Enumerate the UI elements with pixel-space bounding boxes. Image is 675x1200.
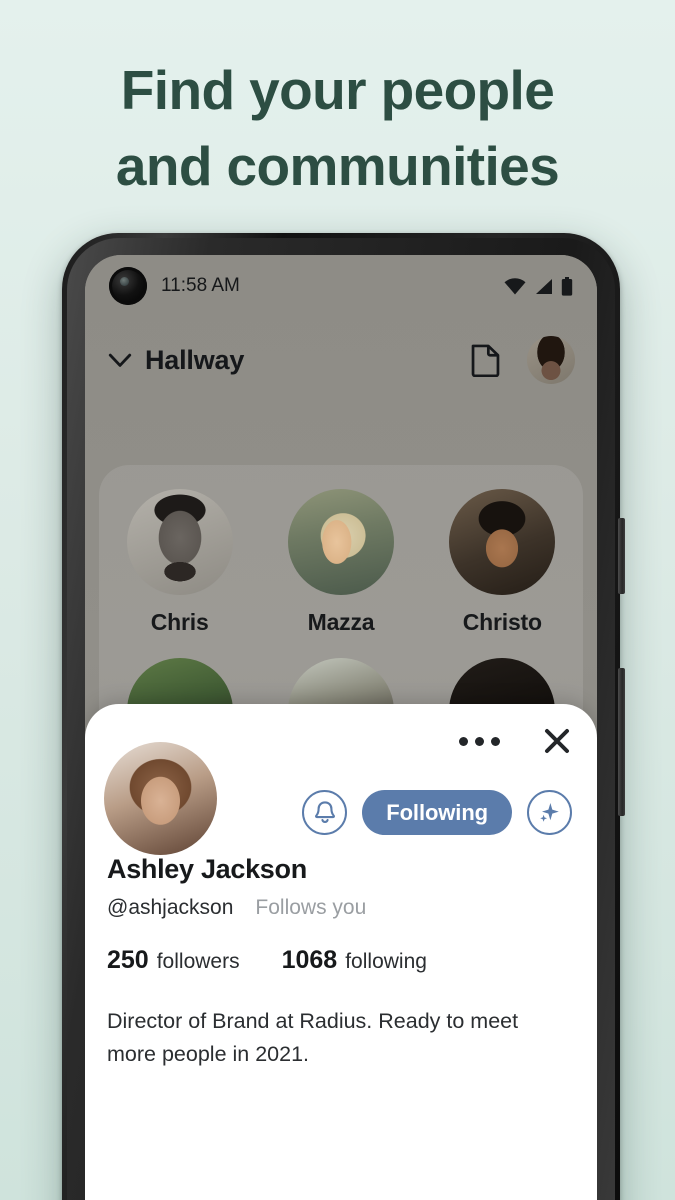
page-title: Find your people and communities (0, 52, 675, 204)
cellular-signal-icon (536, 278, 552, 294)
followers-label: followers (156, 950, 240, 973)
chevron-down-icon[interactable] (107, 347, 133, 373)
profile-avatar[interactable] (104, 742, 217, 855)
profile-bio: Director of Brand at Radius. Ready to me… (107, 1009, 519, 1066)
person-avatar[interactable] (449, 489, 556, 595)
profile-details: Ashley Jackson @ashjackson Follows you 2… (85, 854, 597, 1071)
wifi-icon (504, 277, 526, 294)
person-name: Chris (150, 609, 209, 635)
person-name: Mazza (307, 609, 375, 635)
status-icons (504, 276, 573, 296)
profile-name: Ashley Jackson (107, 854, 307, 884)
document-icon[interactable] (470, 343, 501, 377)
profile-stats: 250 followers 1068 following (107, 946, 575, 975)
following-count: 1068 (281, 946, 338, 974)
profile-actions: Following (302, 790, 572, 835)
person-name: Christo (462, 609, 542, 635)
person-christo[interactable]: Christo (422, 489, 583, 636)
person-mazza[interactable]: Mazza (260, 489, 421, 636)
headline-line-1: Find your people (120, 59, 555, 121)
battery-icon (561, 276, 573, 296)
phone-mockup: 11:58 AM Hallway Chris Mazza Christo Fol… (62, 233, 625, 1200)
following-button[interactable]: Following (362, 790, 512, 835)
person-chris[interactable]: Chris (99, 489, 260, 636)
front-camera-punchhole (109, 267, 147, 305)
notification-bell-button[interactable] (302, 790, 348, 835)
bell-icon (314, 801, 335, 823)
room-title[interactable]: Hallway (145, 345, 244, 376)
status-time: 11:58 AM (161, 275, 240, 296)
phone-screen: 11:58 AM Hallway Chris Mazza Christo Fol… (85, 255, 597, 1200)
avatar[interactable] (527, 336, 575, 384)
status-bar: 11:58 AM (85, 255, 597, 317)
more-options-icon[interactable] (459, 736, 500, 746)
following-label: following (345, 950, 427, 973)
person-avatar[interactable] (287, 489, 394, 595)
profile-handle: @ashjackson (107, 896, 234, 919)
person-avatar[interactable] (126, 489, 233, 595)
sparkle-button[interactable] (527, 790, 572, 835)
profile-bottom-sheet: Following Ashley Jackson @ashjackson Fol… (85, 704, 597, 1200)
volume-button[interactable] (618, 518, 625, 594)
sheet-header: Following (85, 704, 597, 855)
close-icon[interactable] (542, 726, 572, 756)
headline-line-2: and communities (115, 135, 560, 197)
followers-stat[interactable]: 250 followers (107, 946, 240, 975)
following-stat[interactable]: 1068 following (282, 946, 427, 975)
app-bar: Hallway (85, 317, 597, 403)
followers-count: 250 (107, 946, 149, 974)
power-button[interactable] (618, 668, 625, 816)
follows-you-badge: Follows you (255, 896, 367, 919)
sparkle-icon (540, 803, 559, 822)
